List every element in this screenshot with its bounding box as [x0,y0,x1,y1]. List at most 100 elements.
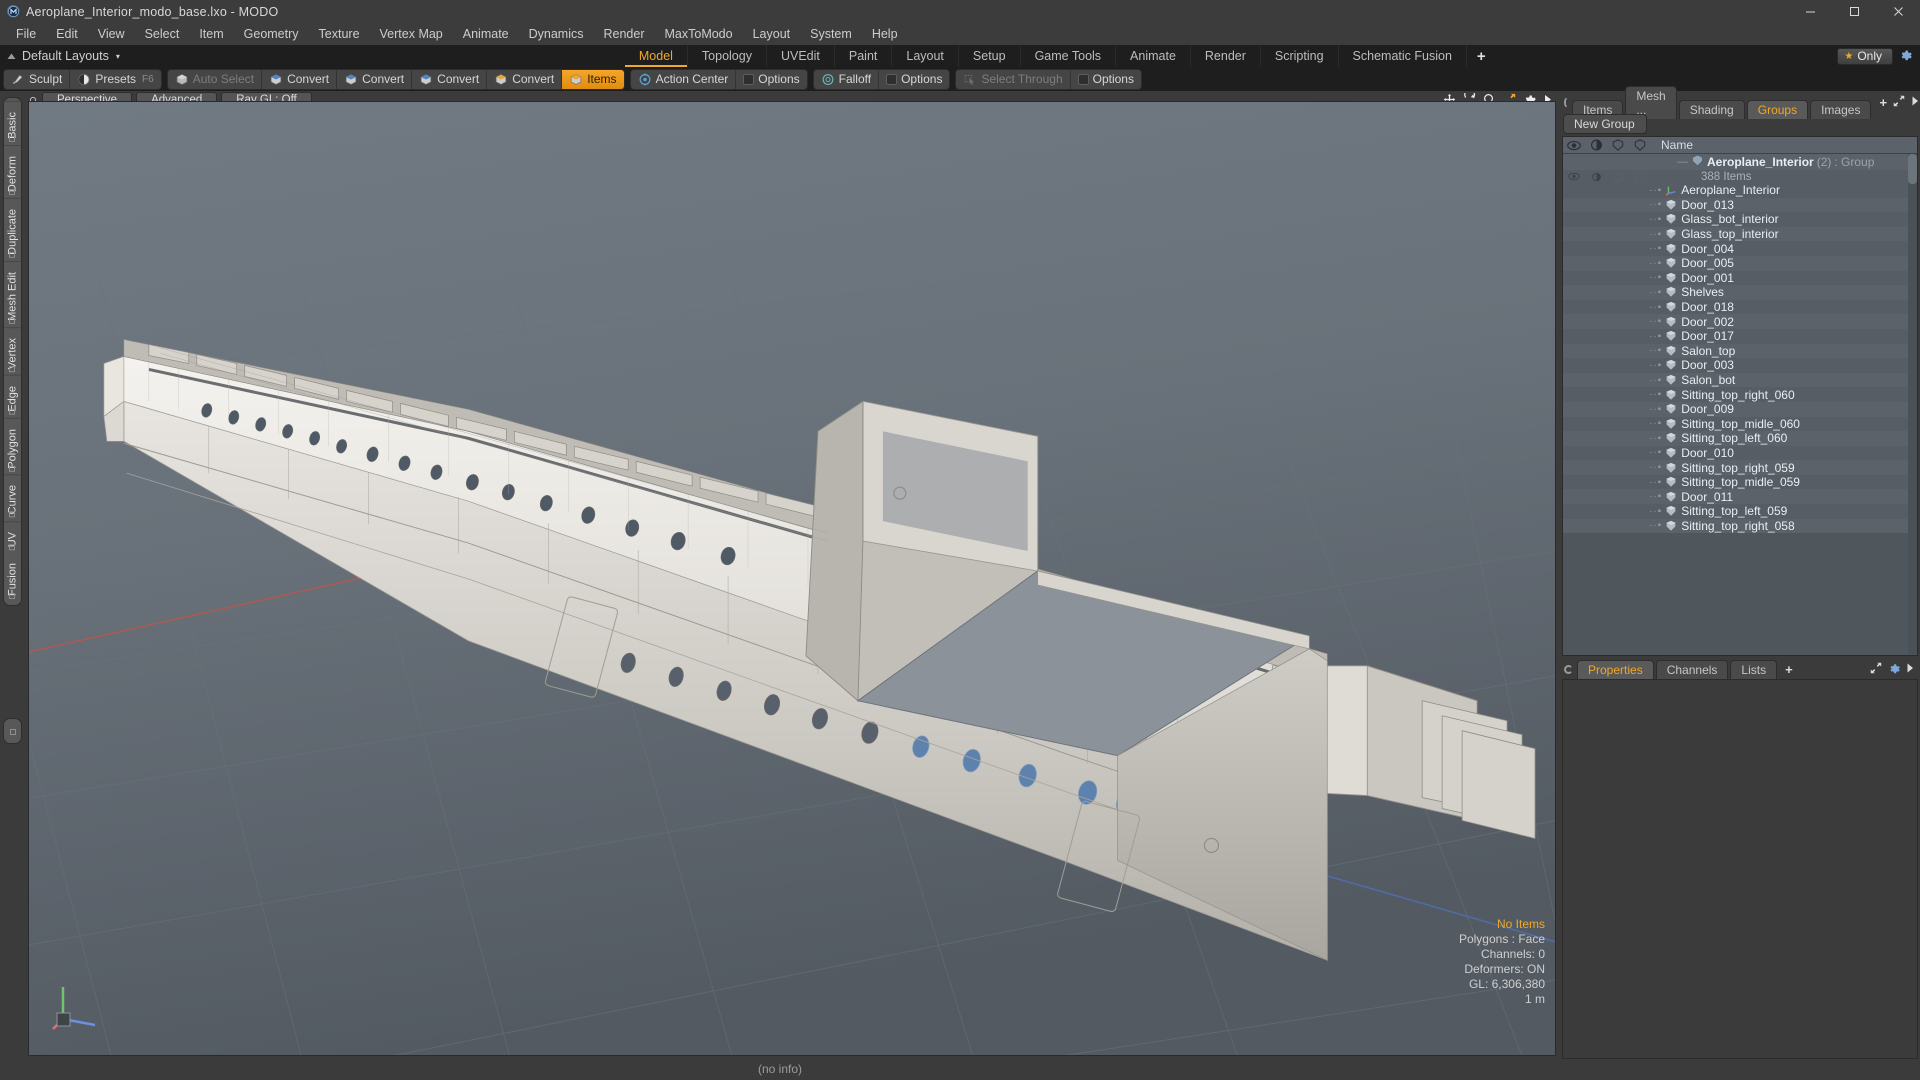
list-item[interactable]: ··▪ Door_001 [1563,270,1917,286]
menu-item-maxtomodo[interactable]: MaxToModo [655,24,743,44]
list-item[interactable]: ··▪ Sitting_top_left_060 [1563,431,1917,446]
left-tab-vertex[interactable]: Vertex [4,326,21,375]
add-panel-tab-button[interactable]: + [1873,95,1893,110]
3d-viewport[interactable]: No Items Polygons : Face Channels: 0 Def… [28,101,1556,1056]
new-group-button[interactable]: New Group [1563,114,1647,134]
left-tab-edge[interactable]: Edge [4,374,21,418]
chevron-right-icon[interactable] [1911,95,1919,110]
scrollbar-thumb[interactable] [1908,154,1917,184]
layout-tab-uvedit[interactable]: UVEdit [766,45,835,67]
toolbar-button-auto-select-10[interactable]: Auto Select [168,69,263,89]
group-visibility-toggle-2[interactable] [1563,172,1585,181]
left-tab-deform[interactable]: Deform [4,144,21,198]
layout-tab-paint[interactable]: Paint [834,45,893,67]
properties-tab-properties[interactable]: Properties [1577,660,1654,679]
collapse-arrow-icon[interactable] [0,45,22,67]
toolbar-button-options-31[interactable]: Options [879,70,949,89]
list-item[interactable]: ··▪ Door_002 [1563,314,1917,329]
list-item[interactable]: ··▪ Sitting_top_right_059 [1563,460,1917,475]
list-item[interactable]: ··▪ Door_011 [1563,489,1917,505]
menu-item-dynamics[interactable]: Dynamics [519,24,594,44]
group-row[interactable]: — Aeroplane_Interior (2) : Group [1563,154,1917,170]
default-layouts-dropdown[interactable]: Default Layouts ▾ [22,49,120,63]
menu-item-layout[interactable]: Layout [743,24,801,44]
toolbar-button-convert-13[interactable]: Convert [412,69,488,89]
list-item[interactable]: ··▪ Door_003 [1563,358,1917,373]
list-item[interactable]: ··▪ Door_013 [1563,197,1917,213]
menu-item-animate[interactable]: Animate [453,24,519,44]
toolbar-button-convert-12[interactable]: Convert [337,69,413,89]
layout-tab-model[interactable]: Model [624,45,688,67]
layout-tab-game-tools[interactable]: Game Tools [1020,45,1117,67]
left-extra-tab[interactable] [3,718,22,744]
gear-icon[interactable] [1888,662,1900,677]
layout-tab-schematic-fusion[interactable]: Schematic Fusion [1338,45,1467,67]
list-item[interactable]: ··▪ Sitting_top_midle_059 [1563,474,1917,490]
list-item[interactable]: ··▪ Glass_bot_interior [1563,212,1917,227]
list-item[interactable]: ··▪ Shelves [1563,285,1917,300]
left-tab-curve[interactable]: Curve [4,474,21,521]
left-tab-basic[interactable]: Basic [4,101,21,145]
expand-icon[interactable] [1870,662,1882,677]
toolbar-button-falloff-30[interactable]: Falloff [814,69,880,89]
maximize-button[interactable] [1832,0,1876,23]
shape-icon[interactable] [1607,139,1629,151]
groups-scrollbar[interactable] [1908,154,1917,655]
list-item[interactable]: ··▪ Door_004 [1563,241,1917,256]
list-item[interactable]: ··▪ Sitting_top_right_058 [1563,518,1917,534]
layout-tab-layout[interactable]: Layout [892,45,959,67]
toolbar-button-action-center-20[interactable]: Action Center [631,69,737,89]
list-item[interactable]: ··▪ Sitting_top_right_060 [1563,387,1917,402]
toolbar-button-convert-11[interactable]: Convert [262,69,338,89]
group-select-toggle-2[interactable] [1629,172,1651,182]
list-item[interactable]: ··▪ Door_018 [1563,299,1917,315]
left-tab-duplicate[interactable]: Duplicate [4,197,21,261]
properties-tab-channels[interactable]: Channels [1655,660,1729,679]
left-tab-fusion[interactable]: Fusion [4,553,21,602]
layout-tab-setup[interactable]: Setup [958,45,1021,67]
close-button[interactable] [1876,0,1920,23]
list-item[interactable]: ··▪ Sitting_top_midle_060 [1563,416,1917,432]
toolbar-button-sculpt-00[interactable]: Sculpt [4,69,71,89]
properties-tab-lists[interactable]: Lists [1730,660,1778,679]
layout-tab-animate[interactable]: Animate [1116,45,1191,67]
menu-item-texture[interactable]: Texture [309,24,370,44]
right-panel-tab-shading[interactable]: Shading [1678,100,1745,119]
list-item[interactable]: ··▪ Door_005 [1563,255,1917,271]
list-item[interactable]: ··▪ Door_017 [1563,328,1917,344]
right-panel-tab-groups[interactable]: Groups [1746,100,1809,119]
menu-item-view[interactable]: View [88,24,135,44]
menu-item-select[interactable]: Select [135,24,190,44]
left-tab-uv[interactable]: UV [4,520,21,554]
group-render-toggle-2[interactable] [1585,172,1607,182]
list-item[interactable]: ··▪ Salon_top [1563,343,1917,359]
layout-tab-scripting[interactable]: Scripting [1260,45,1339,67]
panel-menu-icon[interactable] [1564,98,1568,107]
axis-gizmo[interactable] [49,973,109,1033]
toolbar-button-presets-01[interactable]: Presets F6 [70,70,160,89]
menu-item-help[interactable]: Help [862,24,908,44]
chevron-right-icon[interactable] [1906,662,1914,677]
layout-tab-topology[interactable]: Topology [687,45,767,67]
left-tab-polygon[interactable]: Polygon [4,417,21,475]
list-item[interactable]: ··▪ Door_010 [1563,445,1917,461]
list-item[interactable]: ··▪ Sitting_top_left_059 [1563,504,1917,519]
layout-tab-render[interactable]: Render [1190,45,1261,67]
menu-item-file[interactable]: File [6,24,46,44]
right-panel-tab-images[interactable]: Images [1810,100,1872,119]
list-item[interactable]: ··▪ Door_009 [1563,401,1917,417]
only-toggle-button[interactable]: ★ Only [1837,47,1893,65]
list-item[interactable]: ··▪ Aeroplane_Interior [1563,183,1917,198]
toolbar-button-convert-14[interactable]: Convert [487,69,563,89]
menu-item-vertex-map[interactable]: Vertex Map [370,24,453,44]
expand-icon[interactable] [1893,95,1905,110]
toolbar-button-items-15[interactable]: Items [562,69,624,89]
toolbar-button-options-21[interactable]: Options [736,70,806,89]
menu-item-item[interactable]: Item [189,24,233,44]
shape-outline-icon[interactable] [1629,139,1651,151]
render-icon[interactable] [1585,139,1607,151]
menu-item-edit[interactable]: Edit [46,24,88,44]
group-lock-toggle-2[interactable] [1607,172,1629,182]
gear-icon[interactable] [1899,48,1912,64]
toolbar-button-options-41[interactable]: Options [1071,70,1141,89]
